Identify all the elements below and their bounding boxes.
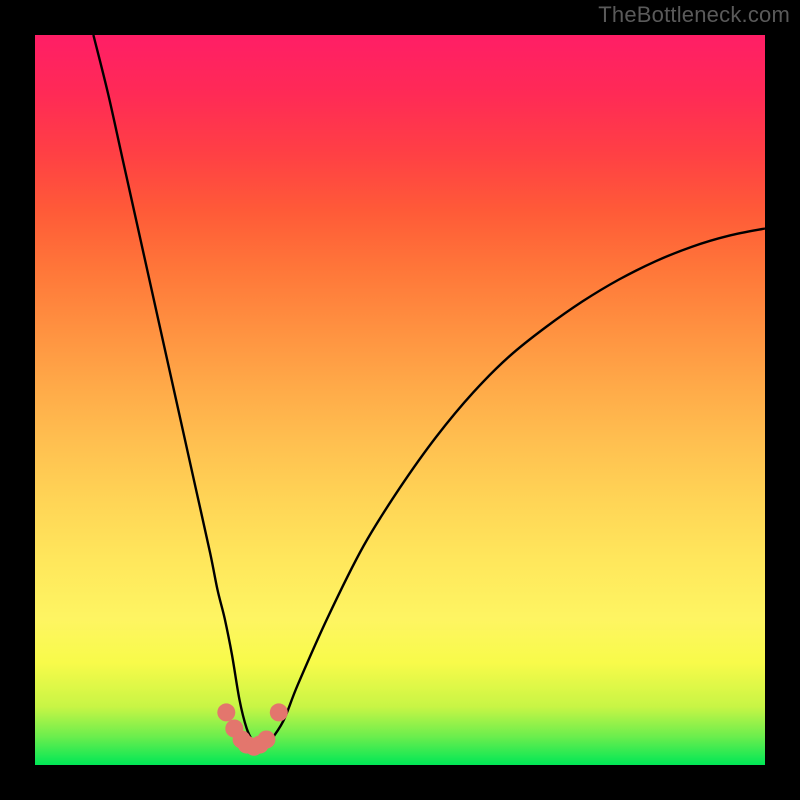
optimum-point: [270, 703, 288, 721]
curve-svg: [35, 35, 765, 765]
plot-area: [35, 35, 765, 765]
chart-frame: TheBottleneck.com: [0, 0, 800, 800]
optimum-point: [257, 731, 275, 749]
attribution-text: TheBottleneck.com: [598, 2, 790, 28]
optimum-point: [217, 703, 235, 721]
bottleneck-curve: [93, 35, 765, 750]
